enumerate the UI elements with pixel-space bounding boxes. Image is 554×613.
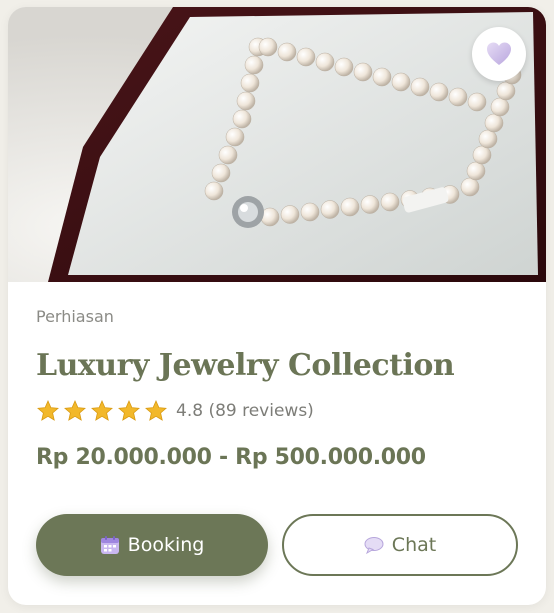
chat-button[interactable]: Chat [282, 514, 518, 576]
product-category: Perhiasan [36, 307, 114, 326]
booking-label: Booking [127, 534, 205, 556]
rating-text: 4.8 (89 reviews) [176, 401, 314, 421]
star-icon [91, 400, 113, 421]
booking-button[interactable]: Booking [36, 514, 268, 576]
product-info: Perhiasan Luxury Jewelry Collection 4.8 … [36, 307, 518, 470]
star-icon [37, 400, 59, 421]
pearl-necklace-image [8, 7, 546, 282]
action-buttons: Booking Chat [36, 514, 518, 576]
product-card[interactable]: Perhiasan Luxury Jewelry Collection 4.8 … [8, 7, 546, 605]
price-range: Rp 20.000.000 - Rp 500.000.000 [36, 445, 426, 470]
product-title: Luxury Jewelry Collection [36, 348, 455, 383]
rating-row: 4.8 (89 reviews) [36, 399, 518, 423]
star-icon [64, 400, 86, 421]
star-rating [36, 399, 168, 423]
heart-icon [487, 42, 511, 65]
star-icon [118, 400, 140, 421]
product-photo [8, 7, 546, 282]
star-icon [145, 400, 167, 421]
calendar-icon [100, 536, 119, 554]
favorite-button[interactable] [472, 27, 526, 81]
chat-label: Chat [391, 534, 437, 556]
speech-bubble-icon [364, 537, 384, 555]
